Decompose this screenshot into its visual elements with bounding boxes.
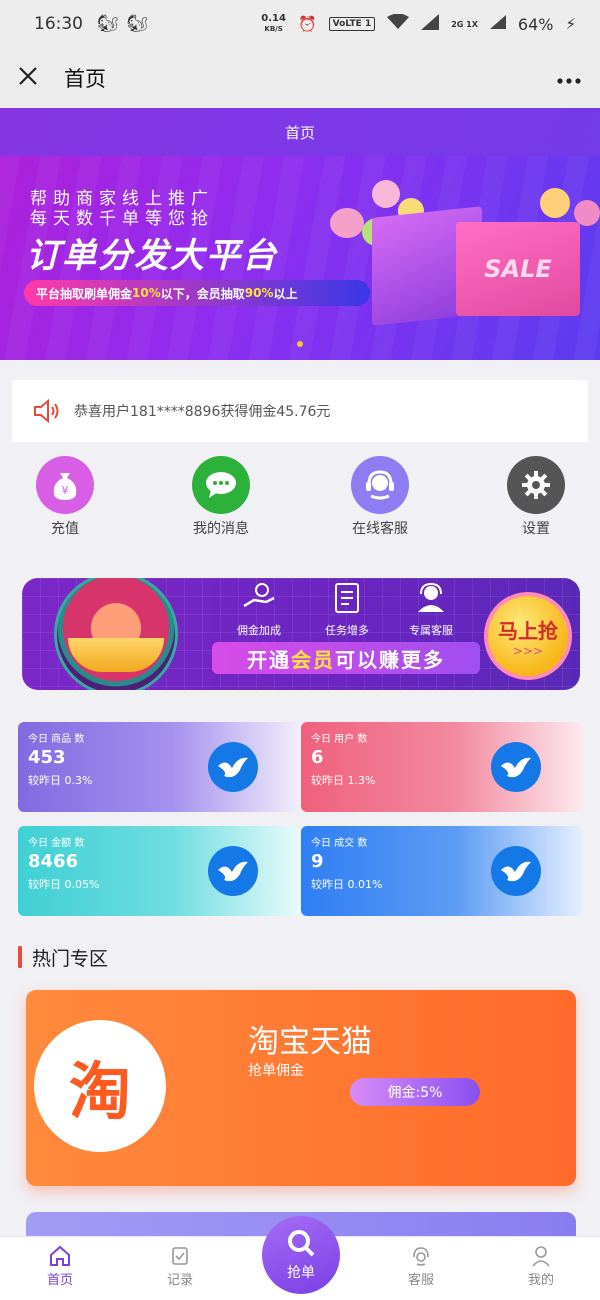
close-icon xyxy=(19,67,37,85)
stat-card-amount[interactable]: 今日 金额 数 8466 较昨日 0.05% xyxy=(18,826,300,916)
menu-label: 充值 xyxy=(51,521,79,537)
status-time: 16:30 xyxy=(34,14,83,34)
vip-slogan: 开通 会员 可以赚更多 xyxy=(212,642,480,674)
volte-badge: VoLTE 1 xyxy=(328,17,376,31)
arrows-icon: >>> xyxy=(512,643,544,658)
notification-icons: 🐿 🐿 xyxy=(97,14,148,34)
taobao-tmall-card[interactable]: 淘 淘宝天猫 抢单佣金 佣金:5% xyxy=(26,990,576,1186)
menu-item-recharge[interactable]: ¥ 充值 xyxy=(5,456,125,538)
signal-icon xyxy=(489,15,506,33)
stat-label: 今日 商品 数 xyxy=(28,734,85,745)
announcement-bar[interactable]: 恭喜用户181****8896获得佣金45.76元 xyxy=(12,380,588,442)
menu-label: 在线客服 xyxy=(352,521,408,537)
platform-name: 淘宝天猫 xyxy=(248,1024,372,1060)
bird-icon xyxy=(208,742,258,792)
grab-now-label: 马上抢 xyxy=(498,618,558,643)
platform-subtitle: 抢单佣金 xyxy=(248,1063,304,1079)
stat-card-deals[interactable]: 今日 成交 数 9 较昨日 0.01% xyxy=(301,826,583,916)
menu-item-settings[interactable]: 设置 xyxy=(476,456,596,538)
balloon-decoration xyxy=(372,180,400,208)
network-type: 2G 1X xyxy=(451,19,478,29)
tab-service[interactable]: 客服 xyxy=(371,1243,471,1288)
status-bar: 16:30 🐿 🐿 0.14 KB/S ⏰ VoLTE 1 2G 1X 64% … xyxy=(0,0,600,48)
vip-feature-bonus: 佣金加成 xyxy=(224,582,294,638)
charging-icon: ⚡ xyxy=(565,15,576,33)
squirrel-icon: 🐿 xyxy=(126,14,149,34)
coin-hand-icon xyxy=(224,582,294,622)
tab-mine[interactable]: 我的 xyxy=(491,1243,591,1288)
svg-text:¥: ¥ xyxy=(62,484,69,497)
page-title: 首页 xyxy=(64,67,106,91)
wifi-icon xyxy=(387,13,410,34)
menu-item-service[interactable]: 在线客服 xyxy=(320,456,440,538)
sale-bag-image: SALE xyxy=(456,222,580,316)
service-icon xyxy=(371,1243,471,1269)
speaker-icon xyxy=(34,399,59,423)
tab-records[interactable]: 记录 xyxy=(130,1243,230,1288)
signal-icon xyxy=(421,14,440,34)
menu-item-messages[interactable]: 我的消息 xyxy=(161,456,281,538)
more-icon xyxy=(557,77,581,84)
vip-feature-service: 专属客服 xyxy=(396,582,466,638)
menu-label: 我的消息 xyxy=(193,521,249,537)
home-icon xyxy=(10,1243,110,1269)
menu-label: 设置 xyxy=(522,521,550,537)
agent-icon xyxy=(396,582,466,622)
banner-headline: 订单分发大平台 xyxy=(26,236,278,276)
user-icon xyxy=(491,1243,591,1269)
search-icon xyxy=(262,1228,340,1262)
bird-icon xyxy=(491,742,541,792)
balloon-decoration xyxy=(540,188,570,218)
quick-menu: ¥ 充值 我的消息 在线客服 设置 xyxy=(0,456,600,544)
vip-feature-tasks: 任务增多 xyxy=(312,582,382,638)
vip-banner[interactable]: 佣金加成 任务增多 专属客服 开通 会员 可以赚更多 马上抢 >>> xyxy=(22,578,580,690)
gear-icon xyxy=(507,456,565,514)
stat-label: 今日 用户 数 xyxy=(311,734,368,745)
mascot-mouse-image xyxy=(54,578,178,690)
record-icon xyxy=(130,1243,230,1269)
promo-banner[interactable]: 首页 帮助商家线上推广 每天数千单等您抢 订单分发大平台 平台抽取刷单佣金 10… xyxy=(0,108,600,360)
balloon-decoration xyxy=(330,208,364,238)
banner-header: 首页 xyxy=(0,108,600,156)
document-icon xyxy=(312,582,382,622)
section-title: 热门专区 xyxy=(18,944,108,970)
commission-badge: 佣金:5% xyxy=(350,1078,480,1106)
stat-label: 今日 金额 数 xyxy=(28,838,85,849)
bird-icon xyxy=(491,846,541,896)
bird-icon xyxy=(208,846,258,896)
close-button[interactable] xyxy=(18,63,50,93)
status-right: 0.14 KB/S ⏰ VoLTE 1 2G 1X 64% ⚡ xyxy=(261,13,576,34)
stat-card-products[interactable]: 今日 商品 数 453 较昨日 0.3% xyxy=(18,722,300,812)
network-speed: 0.14 KB/S xyxy=(261,13,286,34)
announcement-text: 恭喜用户181****8896获得佣金45.76元 xyxy=(74,404,331,420)
stat-label: 今日 成交 数 xyxy=(311,838,368,849)
stat-card-users[interactable]: 今日 用户 数 6 较昨日 1.3% xyxy=(301,722,583,812)
grab-now-button[interactable]: 马上抢 >>> xyxy=(484,592,572,680)
taobao-logo: 淘 xyxy=(34,1020,166,1152)
title-bar: 首页 xyxy=(0,48,600,108)
more-button[interactable] xyxy=(556,66,582,91)
chat-icon xyxy=(192,456,250,514)
tab-home[interactable]: 首页 xyxy=(10,1243,110,1288)
money-bag-icon: ¥ xyxy=(36,456,94,514)
tab-grab-order[interactable]: 抢单 xyxy=(262,1216,340,1294)
battery-level: 64% xyxy=(517,14,554,34)
headset-icon xyxy=(351,456,409,514)
carousel-indicator[interactable] xyxy=(297,341,303,347)
alarm-icon: ⏰ xyxy=(297,15,317,33)
banner-commission-pill: 平台抽取刷单佣金 10% 以下，会员抽取 90% 以上 xyxy=(24,280,370,306)
section-marker xyxy=(18,946,22,968)
banner-line-2: 每天数千单等您抢 xyxy=(30,209,214,229)
squirrel-icon: 🐿 xyxy=(97,14,119,34)
